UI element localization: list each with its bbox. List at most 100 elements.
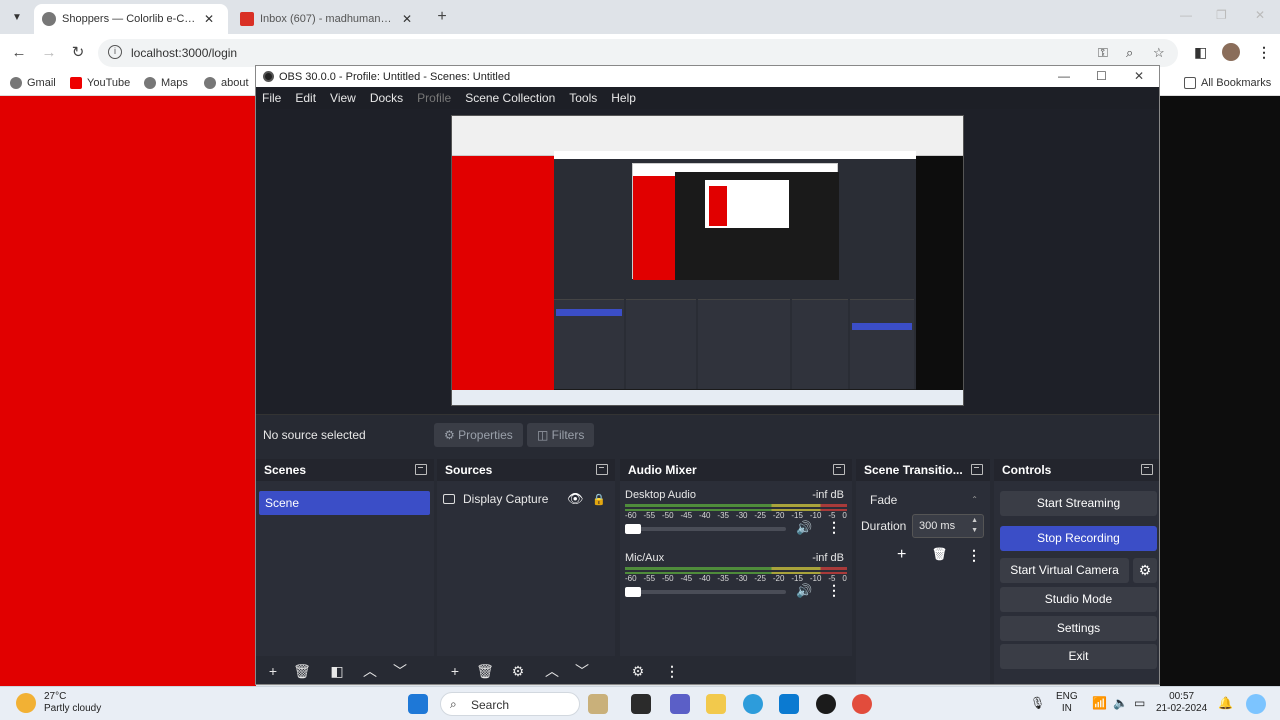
start-virtual-camera-button[interactable]: Start Virtual Camera	[1000, 558, 1129, 583]
slider-knob[interactable]	[625, 587, 641, 597]
site-info-icon[interactable]: i	[108, 45, 122, 59]
menu-edit[interactable]: Edit	[295, 91, 316, 105]
volume-slider[interactable]	[625, 524, 786, 534]
maximize-icon[interactable]: ☐	[1096, 69, 1107, 83]
notification-bell-icon[interactable]: 🔔	[1218, 697, 1233, 709]
menu-profile[interactable]: Profile	[417, 91, 451, 105]
studio-mode-button[interactable]: Studio Mode	[1000, 587, 1157, 612]
settings-button[interactable]: Settings	[1000, 616, 1157, 641]
undock-icon[interactable]	[415, 464, 427, 475]
volume-slider[interactable]	[625, 587, 786, 597]
zoom-icon[interactable]: ⌕	[1126, 45, 1133, 61]
address-bar[interactable]: i localhost:3000/login ⚿ ⌕ ☆	[98, 39, 1178, 67]
slider-knob[interactable]	[625, 524, 641, 534]
edge-icon[interactable]	[743, 694, 763, 714]
mic-icon[interactable]: 🎙	[1030, 697, 1045, 709]
windows-start-icon[interactable]	[408, 694, 428, 714]
undock-icon[interactable]	[596, 464, 608, 475]
chevron-down-icon[interactable]: ﹀	[572, 662, 592, 680]
widget-icon[interactable]	[588, 694, 608, 714]
add-icon[interactable]: +	[897, 546, 906, 564]
tab-shoppers[interactable]: Shoppers — Colorlib e-Comme ✕	[34, 4, 228, 34]
new-tab-button[interactable]: +	[432, 7, 452, 27]
channel-menu-icon[interactable]: ⋮	[827, 582, 841, 599]
profile-avatar[interactable]	[1222, 43, 1240, 61]
duration-input[interactable]: 300 ms ▲ ▼	[912, 514, 984, 538]
vscode-icon[interactable]	[779, 694, 799, 714]
bookmark-about[interactable]: about	[204, 77, 249, 89]
chrome-menu-icon[interactable]: ⋮	[1257, 44, 1271, 61]
stop-recording-button[interactable]: Stop Recording	[1000, 526, 1157, 551]
filters-button[interactable]: ◫ Filters	[527, 423, 595, 447]
task-view-icon[interactable]	[631, 694, 651, 714]
trash-icon[interactable]: 🗑	[475, 662, 495, 680]
minimize-icon[interactable]: —	[1180, 8, 1192, 22]
clock[interactable]: 00:57 21-02-2024	[1156, 691, 1207, 715]
chevron-up-icon[interactable]: ︿	[542, 662, 562, 680]
menu-view[interactable]: View	[330, 91, 356, 105]
tab-search-icon[interactable]: ▼	[6, 7, 28, 27]
menu-scene-collection[interactable]: Scene Collection	[465, 91, 555, 105]
tab-gmail[interactable]: Inbox (607) - madhumanum8 ✕	[232, 4, 426, 34]
channel-menu-icon[interactable]: ⋮	[827, 519, 841, 536]
close-tab-icon[interactable]: ✕	[204, 12, 214, 26]
menu-docks[interactable]: Docks	[370, 91, 403, 105]
trash-icon[interactable]: 🗑	[292, 662, 312, 680]
menu-tools[interactable]: Tools	[569, 91, 597, 105]
menu-help[interactable]: Help	[611, 91, 636, 105]
chevron-down-icon[interactable]: ﹀	[390, 662, 410, 680]
chevron-up-icon[interactable]: ︿	[360, 662, 380, 680]
add-icon[interactable]: +	[263, 662, 283, 680]
lock-icon[interactable]: 🔒	[592, 493, 606, 506]
start-streaming-button[interactable]: Start Streaming	[1000, 491, 1157, 516]
filter-icon[interactable]: ◧	[327, 662, 347, 680]
advanced-audio-icon[interactable]: ⚙	[628, 662, 648, 680]
virtual-camera-settings-icon[interactable]: ⚙	[1133, 558, 1157, 583]
side-panel-icon[interactable]: ◧	[1194, 44, 1207, 61]
url-text[interactable]: localhost:3000/login	[131, 46, 237, 60]
minimize-icon[interactable]: —	[1058, 69, 1070, 83]
gear-icon[interactable]: ⚙	[508, 662, 528, 680]
scene-item[interactable]: Scene	[259, 491, 430, 515]
language-indicator[interactable]: ENG IN	[1056, 691, 1078, 715]
source-item[interactable]: Display Capture 👁 🔒	[443, 489, 611, 509]
file-explorer-icon[interactable]	[706, 694, 726, 714]
undock-icon[interactable]	[833, 464, 845, 475]
bookmark-youtube[interactable]: YouTube	[70, 77, 130, 89]
eye-icon[interactable]: 👁	[567, 491, 584, 507]
bookmark-star-icon[interactable]: ☆	[1153, 45, 1165, 61]
back-icon[interactable]: ←	[10, 44, 28, 62]
volume-icon[interactable]: 🔈	[1113, 697, 1128, 709]
all-bookmarks[interactable]: All Bookmarks	[1184, 77, 1271, 89]
close-tab-icon[interactable]: ✕	[402, 12, 412, 26]
spinner-icon[interactable]: ▲ ▼	[971, 516, 978, 536]
add-icon[interactable]: +	[445, 662, 465, 680]
password-key-icon[interactable]: ⚿	[1098, 45, 1108, 61]
properties-button[interactable]: ⚙ Properties	[434, 423, 523, 447]
maximize-icon[interactable]: ❐	[1216, 8, 1227, 22]
close-window-icon[interactable]: ✕	[1255, 8, 1265, 22]
menu-file[interactable]: File	[262, 91, 281, 105]
trash-icon[interactable]: 🗑	[932, 547, 947, 561]
battery-icon[interactable]: ▭	[1134, 697, 1145, 709]
chrome-icon[interactable]	[852, 694, 872, 714]
speaker-icon[interactable]: 🔊	[796, 520, 812, 536]
program-preview[interactable]	[451, 115, 964, 406]
undock-icon[interactable]	[1141, 464, 1153, 475]
transition-select[interactable]: Fade ⌃⌄	[862, 489, 984, 526]
wifi-icon[interactable]: 📶	[1092, 697, 1107, 709]
exit-button[interactable]: Exit	[1000, 644, 1157, 669]
taskbar-search[interactable]: ⌕ Search	[440, 692, 580, 716]
forward-icon[interactable]: →	[40, 44, 58, 62]
transition-menu-icon[interactable]: ⋮	[967, 547, 981, 564]
close-icon[interactable]: ✕	[1134, 69, 1144, 83]
undock-icon[interactable]	[971, 464, 983, 475]
copilot-icon[interactable]	[1246, 694, 1266, 714]
obs-icon[interactable]	[816, 694, 836, 714]
reload-icon[interactable]: ↻	[69, 44, 87, 62]
weather-widget[interactable]: 27°C Partly cloudy	[16, 691, 101, 715]
bookmark-maps[interactable]: Maps	[144, 77, 188, 89]
teams-icon[interactable]	[670, 694, 690, 714]
speaker-icon[interactable]: 🔊	[796, 583, 812, 599]
mixer-menu-icon[interactable]: ⋮	[662, 662, 682, 680]
